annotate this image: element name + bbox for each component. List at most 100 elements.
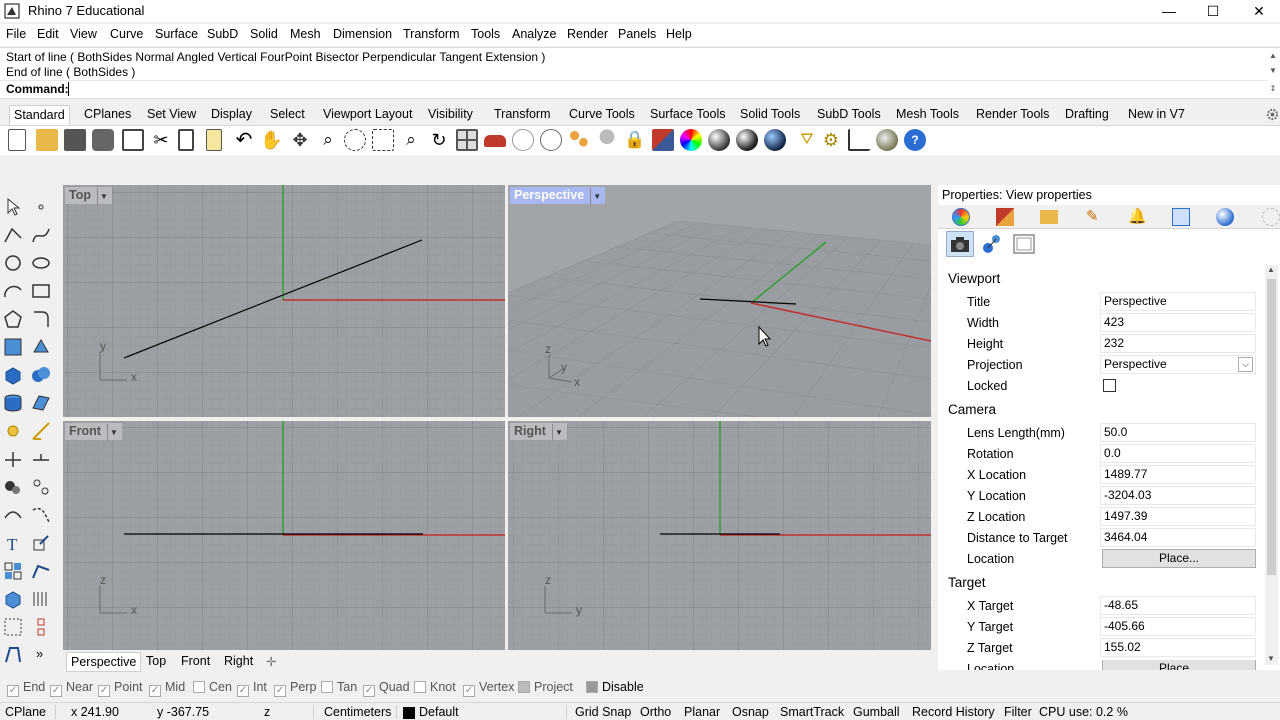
menu-dimension[interactable]: Dimension <box>333 27 392 41</box>
matrix-icon[interactable] <box>2 616 24 638</box>
x-target-field[interactable]: -48.65 <box>1100 596 1256 615</box>
image-tab-icon[interactable] <box>1172 208 1190 226</box>
viewport-right[interactable]: z y Right ▼ <box>508 421 931 650</box>
chevron-down-icon[interactable]: ▼ <box>590 188 601 205</box>
maximize-button[interactable]: ☐ <box>1190 0 1236 22</box>
tab-render-tools[interactable]: Render Tools <box>976 107 1049 121</box>
properties-scrollbar[interactable]: ▲ ▼ <box>1265 265 1278 665</box>
tab-drafting[interactable]: Drafting <box>1065 107 1109 121</box>
ungroup-icon[interactable] <box>30 476 52 498</box>
distance-to-target-field[interactable]: 3464.04 <box>1100 528 1256 547</box>
rotation-field[interactable]: 0.0 <box>1100 444 1256 463</box>
viewport-front-label[interactable]: Front ▼ <box>65 423 122 441</box>
command-line[interactable]: Command: <box>0 80 1268 98</box>
zoom-window-icon[interactable] <box>344 129 366 151</box>
osnap-disable[interactable]: Disable <box>586 680 644 694</box>
explode-icon[interactable] <box>2 504 24 526</box>
place-camera-button[interactable]: Place... <box>1102 549 1256 568</box>
scroll-up-icon[interactable]: ▲ <box>1268 51 1278 61</box>
tab-select[interactable]: Select <box>270 107 305 121</box>
place-target-button[interactable]: Place... <box>1102 660 1256 670</box>
planar-toggle[interactable]: Planar <box>684 705 720 719</box>
menu-panels[interactable]: Panels <box>618 27 656 41</box>
render-box-icon[interactable] <box>2 588 24 610</box>
help-icon[interactable]: ? <box>904 129 926 151</box>
osnap-quad[interactable]: ✓ Quad <box>363 680 410 697</box>
mesh-icon[interactable] <box>30 392 52 414</box>
osnap-perp[interactable]: ✓ Perp <box>274 680 316 697</box>
tab-set-view[interactable]: Set View <box>147 107 196 121</box>
open-icon[interactable] <box>36 129 58 151</box>
analyze-icon[interactable] <box>30 560 52 582</box>
viewport-tab-top[interactable]: Top <box>142 654 170 668</box>
ortho-toggle[interactable]: Ortho <box>640 705 671 719</box>
height-field[interactable]: 232 <box>1100 334 1256 353</box>
light-tool-icon[interactable] <box>2 420 24 442</box>
tab-transform[interactable]: Transform <box>494 107 551 121</box>
y-location-field[interactable]: -3204.03 <box>1100 486 1256 505</box>
car-icon[interactable] <box>484 135 506 147</box>
curve-icon[interactable] <box>30 224 52 246</box>
undo-icon[interactable]: ↶ <box>233 129 255 151</box>
material-icon[interactable]: ⛛ <box>796 129 818 151</box>
y-target-field[interactable]: -405.66 <box>1100 617 1256 636</box>
viewport-tab-right[interactable]: Right <box>220 654 257 668</box>
chevron-down-icon[interactable]: ⌵ <box>1238 357 1253 372</box>
viewport-perspective-label[interactable]: Perspective ▼ <box>510 187 606 205</box>
light-icon[interactable] <box>596 129 618 151</box>
circle-tool-icon[interactable] <box>2 252 24 274</box>
viewport-tab-front[interactable]: Front <box>177 654 214 668</box>
filter-toggle[interactable]: Filter <box>1004 705 1032 719</box>
array-icon[interactable] <box>2 560 24 582</box>
scale-icon[interactable] <box>30 532 52 554</box>
lock-icon[interactable]: 🔒 <box>624 129 646 151</box>
polyline-icon[interactable] <box>2 224 24 246</box>
cut-icon[interactable]: ✂ <box>150 129 172 151</box>
menu-analyze[interactable]: Analyze <box>512 27 556 41</box>
menu-curve[interactable]: Curve <box>110 27 143 41</box>
trim-icon[interactable] <box>2 448 24 470</box>
tab-surface-tools[interactable]: Surface Tools <box>650 107 726 121</box>
fillet-icon[interactable] <box>30 308 52 330</box>
x-location-field[interactable]: 1489.77 <box>1100 465 1256 484</box>
menu-solid[interactable]: Solid <box>250 27 278 41</box>
view-properties-tab-icon[interactable] <box>952 208 970 226</box>
render-sphere-icon[interactable] <box>876 129 898 151</box>
print-icon[interactable] <box>92 129 114 151</box>
add-viewport-icon[interactable]: ✛ <box>262 654 280 669</box>
settings-tab-icon[interactable] <box>1262 208 1280 226</box>
box-icon[interactable] <box>2 364 24 386</box>
units-indicator[interactable]: Centimeters <box>324 705 391 719</box>
named-view-icon[interactable] <box>980 232 1004 256</box>
viewport-perspective[interactable]: z y x Perspective ▼ <box>508 185 931 417</box>
tab-standard[interactable]: Standard <box>9 105 70 126</box>
gear-icon[interactable] <box>1265 107 1280 122</box>
rendered-icon[interactable] <box>736 129 758 151</box>
osnap-vertex[interactable]: ✓ Vertex <box>463 680 514 697</box>
width-field[interactable]: 423 <box>1100 313 1256 332</box>
rectangle-icon[interactable] <box>30 280 52 302</box>
osnap-tan[interactable]: Tan <box>321 680 357 694</box>
cylinder-icon[interactable] <box>2 392 24 414</box>
scroll-down-icon[interactable]: ▼ <box>1267 654 1275 663</box>
scrollbar-thumb[interactable] <box>1267 279 1276 575</box>
menu-view[interactable]: View <box>70 27 97 41</box>
tab-cplanes[interactable]: CPlanes <box>84 107 131 121</box>
extrude-icon[interactable] <box>30 336 52 358</box>
osnap-end[interactable]: ✓ End <box>7 680 45 697</box>
menu-mesh[interactable]: Mesh <box>290 27 321 41</box>
surface-icon[interactable] <box>2 336 24 358</box>
projection-select[interactable]: Perspective ⌵ <box>1100 355 1256 374</box>
z-target-field[interactable]: 155.02 <box>1100 638 1256 657</box>
record-history-toggle[interactable]: Record History <box>912 705 995 719</box>
osnap-project[interactable]: Project <box>518 680 573 694</box>
locked-checkbox[interactable] <box>1103 379 1116 392</box>
shaded-icon[interactable] <box>708 129 730 151</box>
command-expand-icon[interactable]: ⇕ <box>1268 84 1278 94</box>
brush-tab-icon[interactable]: ✎ <box>1086 208 1104 226</box>
tab-solid-tools[interactable]: Solid Tools <box>740 107 800 121</box>
circle-icon[interactable] <box>540 129 562 151</box>
cplane-indicator[interactable]: CPlane <box>5 705 46 719</box>
four-view-icon[interactable] <box>456 129 478 151</box>
tab-display[interactable]: Display <box>211 107 252 121</box>
